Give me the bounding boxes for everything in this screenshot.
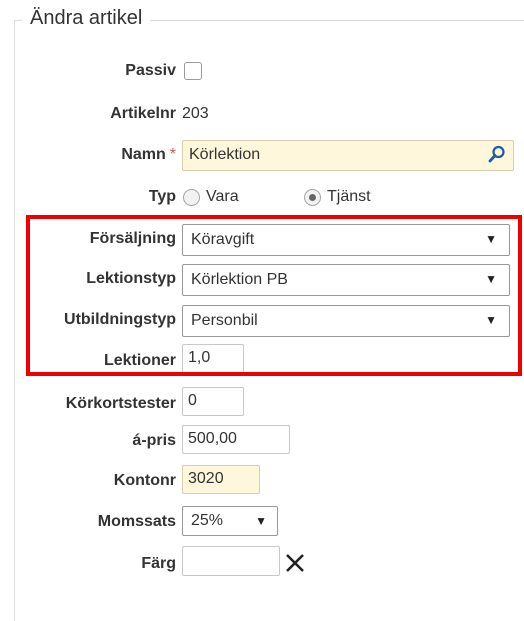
farg-label: Färg	[141, 555, 176, 572]
artikelnr-value: 203	[182, 105, 209, 122]
close-icon[interactable]	[285, 553, 305, 573]
apris-label: á-pris	[132, 432, 176, 449]
typ-tjanst-radio[interactable]	[304, 189, 321, 206]
kontonr-label: Kontonr	[113, 472, 176, 489]
farg-input[interactable]	[182, 546, 280, 576]
highlight-box	[26, 215, 522, 376]
namn-input[interactable]: Körlektion	[182, 140, 514, 171]
form-title: Ändra artikel	[22, 7, 151, 30]
typ-tjanst-label: Tjänst	[327, 188, 371, 205]
momssats-select[interactable]: 25% ▼	[182, 506, 278, 536]
kontonr-input[interactable]: 3020	[182, 465, 260, 494]
korkortstester-input[interactable]: 0	[182, 387, 244, 416]
required-marker: *	[169, 146, 176, 163]
typ-label: Typ	[148, 188, 176, 205]
chevron-down-icon: ▼	[255, 514, 267, 528]
passiv-label: Passiv	[125, 62, 176, 79]
search-icon[interactable]	[488, 145, 506, 163]
namn-label: Namn *	[121, 146, 176, 163]
passiv-checkbox[interactable]	[184, 62, 202, 80]
momssats-label: Momssats	[97, 513, 176, 530]
artikelnr-label: Artikelnr	[110, 105, 176, 122]
korkortstester-label: Körkortstester	[65, 395, 176, 412]
typ-vara-radio[interactable]	[183, 189, 200, 206]
typ-vara-label: Vara	[206, 188, 239, 205]
apris-input[interactable]: 500,00	[182, 425, 290, 454]
